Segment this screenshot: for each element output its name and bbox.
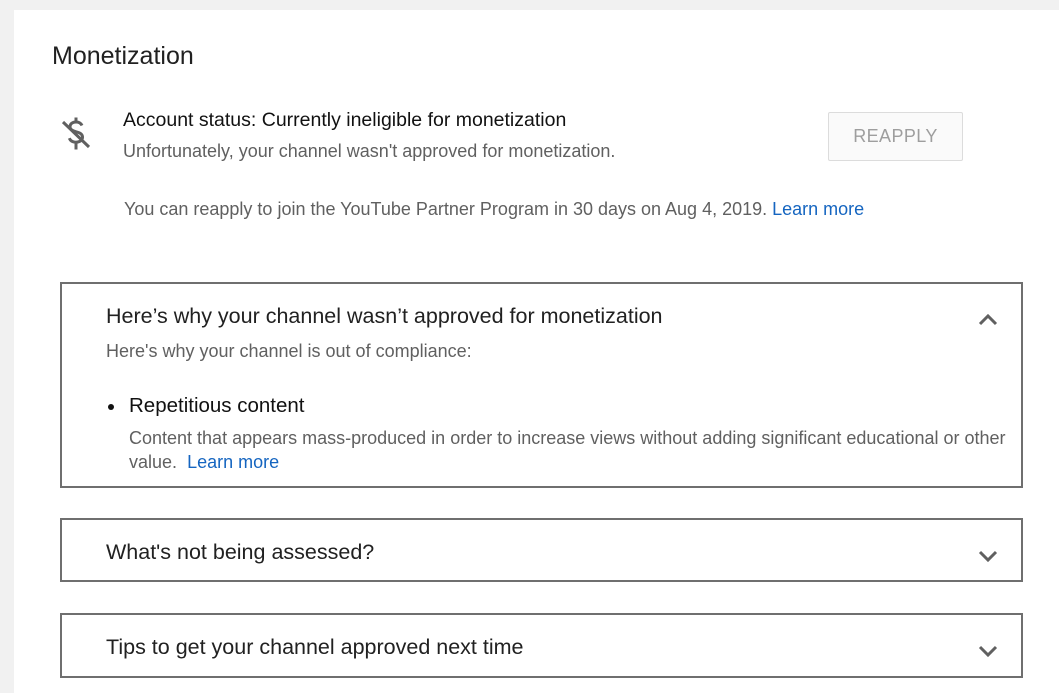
chevron-up-icon[interactable] (976, 308, 1000, 332)
reason-title: Repetitious content (129, 394, 305, 417)
panel-title[interactable]: Here’s why your channel wasn’t approved … (106, 304, 663, 329)
chevron-down-icon[interactable] (976, 544, 1000, 568)
chevron-down-icon[interactable] (976, 639, 1000, 663)
panel-title[interactable]: What's not being assessed? (106, 540, 374, 565)
account-status-subtext: Unfortunately, your channel wasn't appro… (123, 141, 616, 161)
not-assessed-panel[interactable]: What's not being assessed? (60, 518, 1023, 582)
bullet-dot (108, 404, 114, 410)
monetization-card: Monetization Account status: Currently i… (14, 10, 1059, 693)
why-not-approved-panel: Here’s why your channel wasn’t approved … (60, 282, 1023, 488)
reapply-learn-more-link[interactable]: Learn more (772, 199, 864, 219)
no-money-icon (61, 117, 91, 150)
account-status-heading: Account status: Currently ineligible for… (123, 109, 567, 131)
panel-title[interactable]: Tips to get your channel approved next t… (106, 635, 524, 660)
reapply-button[interactable]: REAPPLY (828, 112, 963, 161)
reapply-note-text: You can reapply to join the YouTube Part… (124, 199, 768, 219)
reason-learn-more-link[interactable]: Learn more (187, 452, 279, 472)
panel-intro: Here's why your channel is out of compli… (106, 341, 472, 361)
reason-description: Content that appears mass-produced in or… (129, 426, 1019, 474)
reapply-note: You can reapply to join the YouTube Part… (124, 199, 864, 220)
tips-panel[interactable]: Tips to get your channel approved next t… (60, 613, 1023, 678)
section-title: Monetization (52, 42, 194, 70)
